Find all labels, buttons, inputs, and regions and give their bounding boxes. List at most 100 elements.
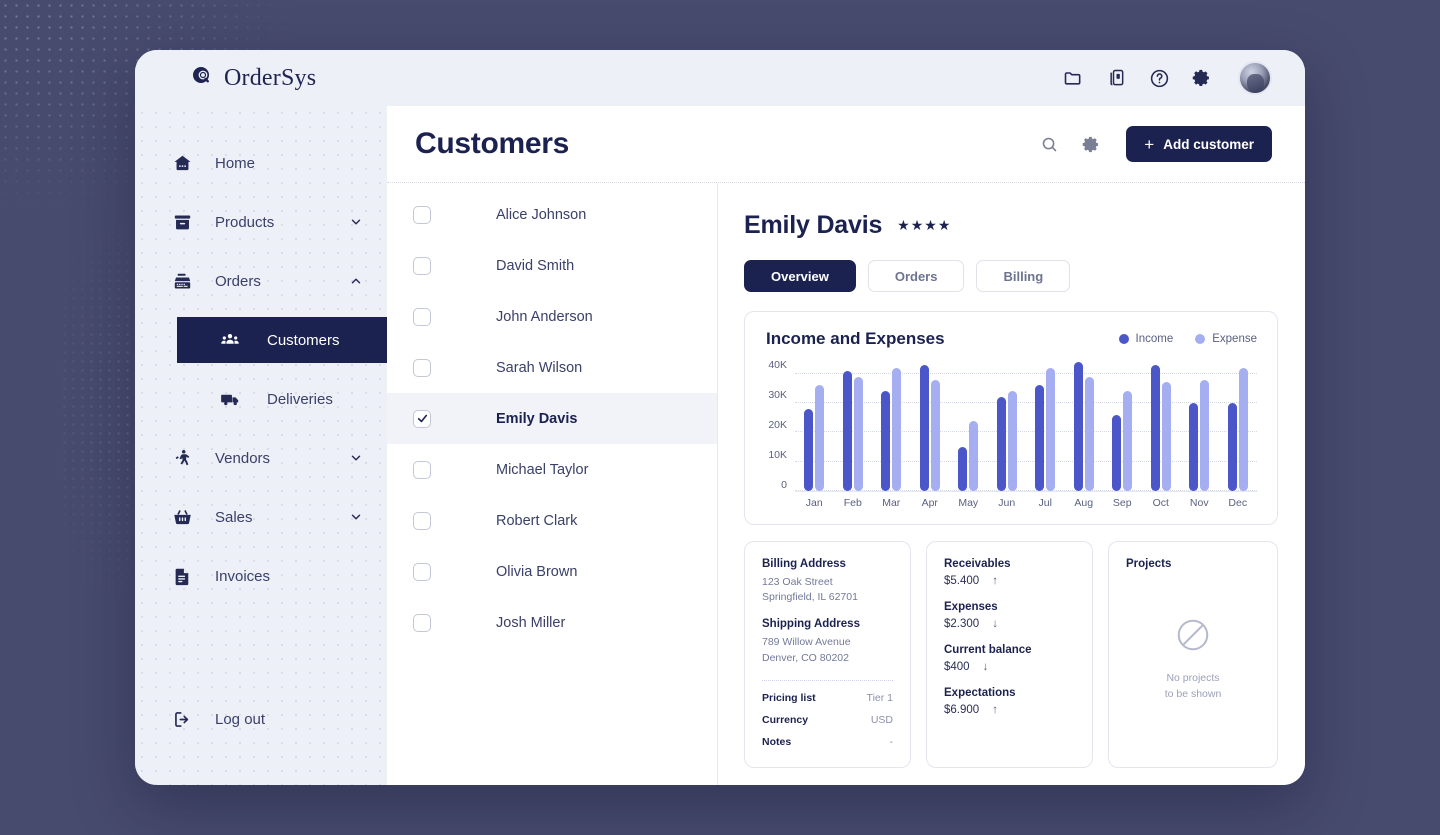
- row-checkbox[interactable]: [413, 358, 431, 377]
- receivables-value-row: $5.400 ↑: [944, 575, 1075, 587]
- sidebar-item-deliveries[interactable]: Deliveries: [177, 376, 387, 422]
- customer-name: Olivia Brown: [496, 563, 578, 580]
- x-tick-label: Aug: [1074, 496, 1094, 509]
- customer-name: Josh Miller: [496, 614, 566, 631]
- row-checkbox[interactable]: [413, 511, 431, 530]
- shipping-address-line1: 789 Willow Avenue: [762, 636, 851, 649]
- list-item[interactable]: John Anderson: [387, 291, 717, 342]
- sidebar-item-label: Products: [215, 213, 275, 231]
- chevron-down-icon[interactable]: [349, 451, 363, 465]
- billing-address-line2: Springfield, IL 62701: [762, 591, 858, 604]
- row-checkbox[interactable]: [413, 460, 431, 479]
- bar-group: [842, 359, 863, 491]
- bar-group: [1150, 359, 1171, 491]
- sidebar-item-label: Deliveries: [267, 390, 333, 408]
- chart-header: Income and Expenses Income Expense: [759, 329, 1257, 349]
- list-item[interactable]: Josh Miller: [387, 597, 717, 648]
- bar-income: [1150, 364, 1160, 491]
- row-checkbox[interactable]: [413, 409, 431, 428]
- sidebar-nav: Home Products Orders Customers Deliverie…: [135, 140, 387, 612]
- settings-gear-icon[interactable]: [1078, 131, 1104, 157]
- receivables-item: Receivables $5.400 ↑: [944, 558, 1075, 587]
- topbar-icons: [1060, 61, 1272, 95]
- bar-income: [1112, 414, 1122, 491]
- list-item[interactable]: Olivia Brown: [387, 546, 717, 597]
- x-tick-label: Oct: [1152, 496, 1169, 509]
- row-checkbox[interactable]: [413, 205, 431, 224]
- page-header: Customers + Add customer: [387, 106, 1305, 183]
- gridline: [795, 372, 1257, 374]
- logout-button[interactable]: Log out: [135, 696, 387, 742]
- device-mobile-icon[interactable]: [1103, 65, 1129, 91]
- tab-billing[interactable]: Billing: [976, 260, 1071, 292]
- customer-name: Emily Davis: [496, 410, 578, 427]
- pricing-list-value: Tier 1: [866, 691, 893, 704]
- chart-legend: Income Expense: [1118, 333, 1257, 345]
- customer-name: Michael Taylor: [496, 461, 589, 478]
- customer-name: John Anderson: [496, 308, 593, 325]
- bar-expense: [1084, 376, 1094, 491]
- chart-plot-area: [795, 359, 1257, 491]
- avatar[interactable]: [1238, 61, 1272, 95]
- billing-address-title: Billing Address: [762, 558, 846, 570]
- list-item[interactable]: Robert Clark: [387, 495, 717, 546]
- x-tick-label: Jan: [805, 496, 823, 509]
- chevron-up-icon[interactable]: [349, 274, 363, 288]
- search-icon[interactable]: [1036, 131, 1062, 157]
- delivery-truck-icon: [219, 388, 241, 410]
- info-cards-row: Billing Address 123 Oak Street Springfie…: [744, 541, 1278, 768]
- row-checkbox[interactable]: [413, 613, 431, 632]
- bar-expense: [1046, 367, 1056, 491]
- projects-card: Projects No projects to be shown: [1108, 541, 1278, 768]
- folder-icon[interactable]: [1060, 65, 1086, 91]
- sidebar-item-invoices[interactable]: Invoices: [135, 553, 387, 599]
- bar-income: [804, 408, 814, 491]
- row-checkbox[interactable]: [413, 256, 431, 275]
- bar-income: [842, 370, 852, 491]
- trend-up-icon: ↑: [992, 575, 998, 587]
- bar-group: [1035, 359, 1056, 491]
- sidebar-item-home[interactable]: Home: [135, 140, 387, 186]
- chevron-down-icon[interactable]: [349, 215, 363, 229]
- sidebar-item-orders[interactable]: Orders: [135, 258, 387, 304]
- sidebar-item-label: Invoices: [215, 567, 271, 585]
- list-item[interactable]: David Smith: [387, 240, 717, 291]
- x-tick-label: Nov: [1189, 496, 1209, 509]
- sidebar-item-customers[interactable]: Customers: [177, 317, 387, 363]
- bar-expense: [1161, 382, 1171, 491]
- expenses-value-row: $2.300 ↓: [944, 618, 1075, 630]
- legend-item-expense: Expense: [1195, 333, 1257, 345]
- expenses-value: $2.300: [944, 618, 980, 630]
- chevron-down-icon[interactable]: [349, 510, 363, 524]
- bar-group: [804, 359, 825, 491]
- bar-expense: [892, 367, 902, 491]
- customer-name: Robert Clark: [496, 512, 578, 529]
- bar-expense: [815, 385, 825, 491]
- add-customer-button[interactable]: + Add customer: [1126, 126, 1272, 162]
- shopping-basket-icon: [171, 506, 193, 528]
- row-checkbox[interactable]: [413, 562, 431, 581]
- list-item-selected[interactable]: Emily Davis: [387, 393, 717, 444]
- brand-name: OrderSys: [224, 64, 317, 91]
- chart-y-axis: 40K 30K 20K 10K 0: [759, 359, 795, 510]
- bar-expense: [1200, 379, 1210, 491]
- list-item[interactable]: Sarah Wilson: [387, 342, 717, 393]
- sidebar-item-sales[interactable]: Sales: [135, 494, 387, 540]
- sidebar-item-vendors[interactable]: Vendors: [135, 435, 387, 481]
- tab-overview[interactable]: Overview: [744, 260, 856, 292]
- help-circle-icon[interactable]: [1146, 65, 1172, 91]
- sidebar-item-products[interactable]: Products: [135, 199, 387, 245]
- brand[interactable]: OrderSys: [135, 64, 387, 93]
- bar-income: [919, 364, 929, 491]
- list-item[interactable]: Michael Taylor: [387, 444, 717, 495]
- list-item[interactable]: Alice Johnson: [387, 189, 717, 240]
- row-checkbox[interactable]: [413, 307, 431, 326]
- gear-icon[interactable]: [1189, 65, 1215, 91]
- tab-orders[interactable]: Orders: [867, 260, 965, 292]
- bar-income: [958, 447, 968, 491]
- bar-expense: [1238, 367, 1248, 491]
- legend-label: Income: [1135, 333, 1174, 345]
- trend-down-icon: ↓: [982, 661, 989, 673]
- x-tick-label: May: [958, 496, 979, 509]
